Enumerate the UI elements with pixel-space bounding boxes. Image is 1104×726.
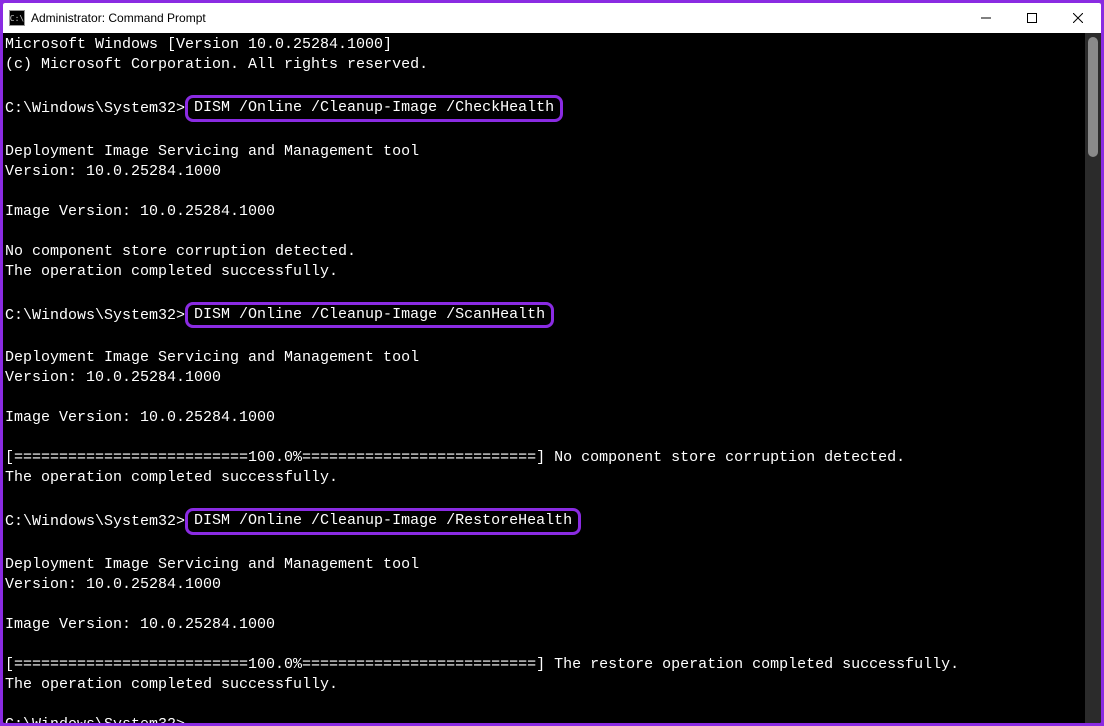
- result-no-corruption: No component store corruption detected.: [5, 242, 1085, 262]
- blank-line: [5, 488, 1085, 508]
- highlighted-command-2: DISM /Online /Cleanup-Image /ScanHealth: [185, 302, 554, 329]
- blank-line: [5, 328, 1085, 348]
- cmd-icon: C:\: [9, 10, 25, 26]
- window-title: Administrator: Command Prompt: [31, 11, 963, 25]
- active-prompt-line: C:\Windows\System32>: [5, 715, 1085, 724]
- copyright-line: (c) Microsoft Corporation. All rights re…: [5, 55, 1085, 75]
- close-button[interactable]: [1055, 3, 1101, 33]
- image-version-line: Image Version: 10.0.25284.1000: [5, 408, 1085, 428]
- terminal-area: Microsoft Windows [Version 10.0.25284.10…: [3, 33, 1101, 723]
- image-version-line: Image Version: 10.0.25284.1000: [5, 202, 1085, 222]
- dism-version-line: Version: 10.0.25284.1000: [5, 575, 1085, 595]
- scrollbar[interactable]: [1085, 33, 1101, 723]
- dism-tool-line: Deployment Image Servicing and Managemen…: [5, 555, 1085, 575]
- blank-line: [5, 535, 1085, 555]
- blank-line: [5, 595, 1085, 615]
- blank-line: [5, 182, 1085, 202]
- version-line: Microsoft Windows [Version 10.0.25284.10…: [5, 35, 1085, 55]
- prompt-text: C:\Windows\System32>: [5, 100, 185, 117]
- window-controls: [963, 3, 1101, 33]
- result-completed: The operation completed successfully.: [5, 468, 1085, 488]
- cmd-line-3: C:\Windows\System32>DISM /Online /Cleanu…: [5, 508, 1085, 535]
- blank-line: [5, 635, 1085, 655]
- close-icon: [1073, 13, 1083, 23]
- dism-tool-line: Deployment Image Servicing and Managemen…: [5, 348, 1085, 368]
- blank-line: [5, 122, 1085, 142]
- blank-line: [5, 222, 1085, 242]
- prompt-text: C:\Windows\System32>: [5, 307, 185, 324]
- progress-line-2: [==========================100.0%=======…: [5, 655, 1085, 675]
- maximize-button[interactable]: [1009, 3, 1055, 33]
- terminal-output[interactable]: Microsoft Windows [Version 10.0.25284.10…: [3, 33, 1085, 723]
- cmd-line-2: C:\Windows\System32>DISM /Online /Cleanu…: [5, 302, 1085, 329]
- minimize-icon: [981, 13, 991, 23]
- result-completed: The operation completed successfully.: [5, 675, 1085, 695]
- cmd-line-1: C:\Windows\System32>DISM /Online /Cleanu…: [5, 95, 1085, 122]
- prompt-text: C:\Windows\System32>: [5, 716, 185, 724]
- blank-line: [5, 75, 1085, 95]
- minimize-button[interactable]: [963, 3, 1009, 33]
- maximize-icon: [1027, 13, 1037, 23]
- blank-line: [5, 428, 1085, 448]
- result-completed: The operation completed successfully.: [5, 262, 1085, 282]
- prompt-text: C:\Windows\System32>: [5, 513, 185, 530]
- highlighted-command-1: DISM /Online /Cleanup-Image /CheckHealth: [185, 95, 563, 122]
- progress-line-1: [==========================100.0%=======…: [5, 448, 1085, 468]
- command-prompt-window: C:\ Administrator: Command Prompt Micros…: [3, 3, 1101, 723]
- image-version-line: Image Version: 10.0.25284.1000: [5, 615, 1085, 635]
- dism-tool-line: Deployment Image Servicing and Managemen…: [5, 142, 1085, 162]
- blank-line: [5, 282, 1085, 302]
- highlighted-command-3: DISM /Online /Cleanup-Image /RestoreHeal…: [185, 508, 581, 535]
- blank-line: [5, 388, 1085, 408]
- titlebar[interactable]: C:\ Administrator: Command Prompt: [3, 3, 1101, 33]
- scrollbar-thumb[interactable]: [1088, 37, 1098, 157]
- blank-line: [5, 695, 1085, 715]
- dism-version-line: Version: 10.0.25284.1000: [5, 368, 1085, 388]
- dism-version-line: Version: 10.0.25284.1000: [5, 162, 1085, 182]
